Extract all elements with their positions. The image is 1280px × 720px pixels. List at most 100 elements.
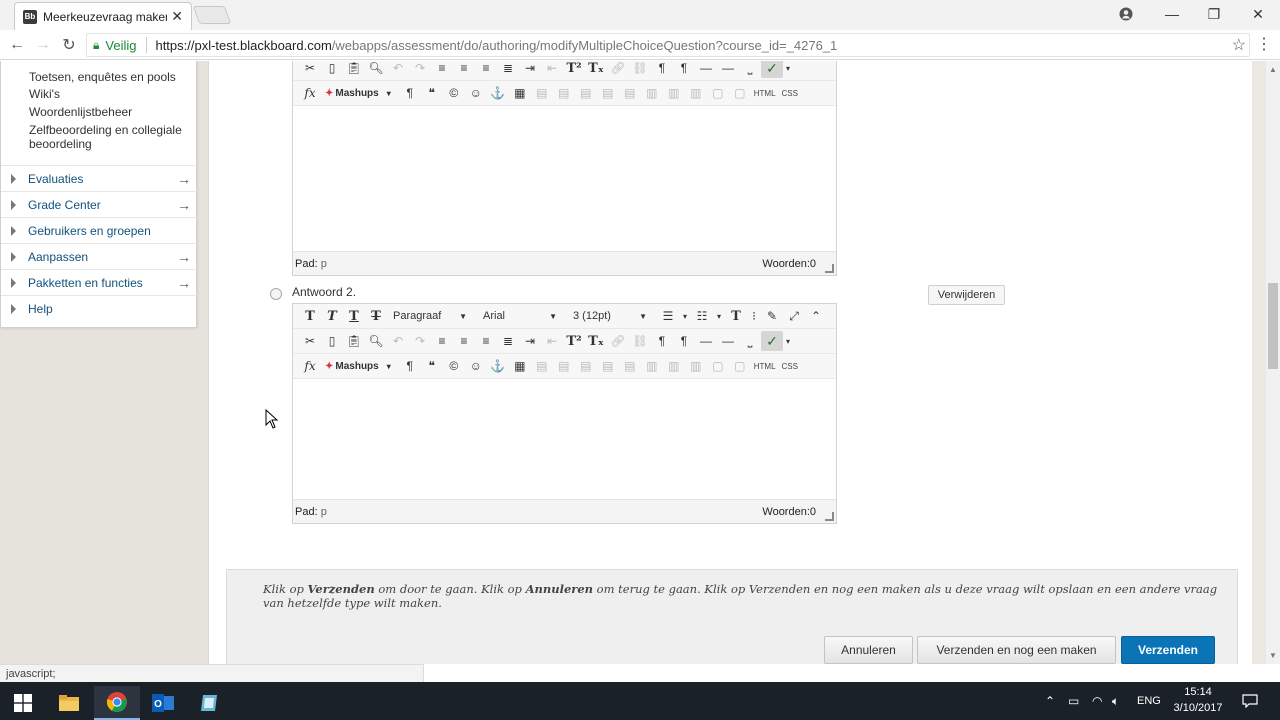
menu-section-customize[interactable]: Aanpassen → bbox=[1, 243, 197, 269]
submit-button[interactable]: Verzenden bbox=[1121, 636, 1215, 664]
answer-1-text-area[interactable] bbox=[293, 106, 836, 251]
volume-icon[interactable]: 🔈︎ bbox=[1112, 682, 1119, 720]
answer-2-text-area[interactable] bbox=[293, 379, 836, 499]
paragraph-icon[interactable]: ¶ bbox=[399, 356, 421, 376]
split-cells-icon[interactable]: ▢ bbox=[707, 83, 729, 103]
scroll-up-icon[interactable]: ▲ bbox=[1269, 65, 1277, 74]
merge-cells-icon[interactable]: ▢ bbox=[729, 83, 751, 103]
page-scrollbar[interactable]: ▲ ▼ bbox=[1266, 61, 1280, 664]
delete-col-icon[interactable]: ▥ bbox=[685, 83, 707, 103]
table-row-props-icon[interactable]: ▤ bbox=[531, 83, 553, 103]
bold-icon[interactable]: T bbox=[299, 306, 321, 326]
horizontal-rule-icon[interactable]: — bbox=[695, 61, 717, 78]
insert-row-after-icon[interactable]: ▤ bbox=[597, 356, 619, 376]
link-icon[interactable]: 🔗︎ bbox=[607, 61, 629, 78]
mashups-dropdown[interactable]: ✦ Mashups ▾ bbox=[325, 361, 391, 372]
copy-icon[interactable]: ▯ bbox=[321, 331, 343, 351]
bullet-list-icon[interactable]: ☰ bbox=[657, 306, 679, 326]
html-button[interactable]: HTML bbox=[754, 89, 776, 98]
redo-icon[interactable]: ↷ bbox=[409, 61, 431, 78]
outlook-icon[interactable]: O bbox=[140, 686, 186, 720]
anchor-icon[interactable]: ⚓ bbox=[487, 356, 509, 376]
spellcheck-dropdown-icon[interactable]: ▾ bbox=[783, 61, 793, 78]
reload-icon[interactable]: ↻ bbox=[58, 34, 80, 56]
table-cell-props-icon[interactable]: ▤ bbox=[553, 356, 575, 376]
merge-cells-icon[interactable]: ▢ bbox=[729, 356, 751, 376]
numbered-list-dropdown-icon[interactable]: ▾ bbox=[713, 306, 725, 326]
address-bar[interactable]: 🔒︎ Veilig https://pxl-test.blackboard.co… bbox=[86, 33, 1250, 57]
insert-col-before-icon[interactable]: ▥ bbox=[641, 356, 663, 376]
italic-icon[interactable]: T bbox=[321, 306, 343, 326]
language-indicator[interactable]: ENG bbox=[1137, 682, 1161, 720]
collapse-toolbar-icon[interactable]: ⌃ bbox=[805, 306, 827, 326]
correct-answer-radio-2[interactable] bbox=[270, 288, 282, 300]
scrollbar-thumb[interactable] bbox=[1268, 283, 1278, 369]
align-right-icon[interactable]: ≡ bbox=[475, 61, 497, 78]
chrome-taskbar-icon[interactable] bbox=[94, 686, 140, 720]
menu-section-evaluaties[interactable]: Evaluaties → bbox=[1, 165, 197, 191]
subscript-icon[interactable]: Tₓ bbox=[585, 331, 607, 351]
submit-and-create-another-button[interactable]: Verzenden en nog een maken bbox=[917, 636, 1116, 664]
rtl-icon[interactable]: ¶ bbox=[673, 331, 695, 351]
nonbreaking-rule-icon[interactable]: ― bbox=[717, 331, 739, 351]
underline-icon[interactable]: T bbox=[343, 306, 365, 326]
strikethrough-icon[interactable]: T bbox=[365, 306, 387, 326]
link-icon[interactable]: 🔗︎ bbox=[607, 331, 629, 351]
outdent-icon[interactable]: ⇤ bbox=[541, 331, 563, 351]
ltr-icon[interactable]: ¶ bbox=[651, 331, 673, 351]
menu-link-glossary[interactable]: Woordenlijstbeheer bbox=[29, 105, 132, 119]
horizontal-rule-icon[interactable]: — bbox=[695, 331, 717, 351]
ltr-icon[interactable]: ¶ bbox=[651, 61, 673, 78]
minimize-icon[interactable]: — bbox=[1150, 0, 1194, 28]
file-explorer-icon[interactable] bbox=[46, 686, 92, 720]
insert-row-before-icon[interactable]: ▤ bbox=[575, 83, 597, 103]
cancel-button[interactable]: Annuleren bbox=[824, 636, 913, 664]
justify-icon[interactable]: ≣ bbox=[497, 331, 519, 351]
align-center-icon[interactable]: ≡ bbox=[453, 61, 475, 78]
menu-section-users-groups[interactable]: Gebruikers en groepen bbox=[1, 217, 197, 243]
table-row-props-icon[interactable]: ▤ bbox=[531, 356, 553, 376]
table-icon[interactable]: ▦ bbox=[509, 356, 531, 376]
paste-icon[interactable]: 📋︎ bbox=[343, 61, 365, 78]
superscript-icon[interactable]: T² bbox=[563, 331, 585, 351]
app-icon[interactable] bbox=[186, 686, 232, 720]
align-right-icon[interactable]: ≡ bbox=[475, 331, 497, 351]
scroll-down-icon[interactable]: ▼ bbox=[1269, 651, 1277, 660]
pagebreak-icon[interactable]: ⎵ bbox=[739, 61, 761, 78]
cut-icon[interactable]: ✂ bbox=[299, 331, 321, 351]
table-cell-props-icon[interactable]: ▤ bbox=[553, 83, 575, 103]
align-left-icon[interactable]: ≡ bbox=[431, 331, 453, 351]
insert-row-after-icon[interactable]: ▤ bbox=[597, 83, 619, 103]
text-color-dropdown-icon[interactable]: ⁝ bbox=[747, 306, 761, 326]
menu-link-wikis[interactable]: Wiki's bbox=[29, 87, 60, 101]
spellcheck-dropdown-icon[interactable]: ▾ bbox=[783, 331, 793, 351]
restore-icon[interactable]: ❐ bbox=[1192, 0, 1236, 28]
css-button[interactable]: CSS bbox=[782, 89, 798, 98]
emoticon-icon[interactable]: ☺ bbox=[465, 83, 487, 103]
wifi-icon[interactable]: ◠ bbox=[1092, 682, 1102, 720]
fullscreen-icon[interactable]: ⤢ bbox=[783, 306, 805, 326]
redo-icon[interactable]: ↷ bbox=[409, 331, 431, 351]
chrome-menu-icon[interactable]: ⋮ bbox=[1256, 34, 1272, 54]
new-tab-button[interactable] bbox=[192, 6, 232, 24]
undo-icon[interactable]: ↶ bbox=[387, 331, 409, 351]
undo-icon[interactable]: ↶ bbox=[387, 61, 409, 78]
insert-col-after-icon[interactable]: ▥ bbox=[663, 83, 685, 103]
unlink-icon[interactable]: ⛓ bbox=[629, 331, 651, 351]
unlink-icon[interactable]: ⛓ bbox=[629, 61, 651, 78]
pagebreak-icon[interactable]: ⎵ bbox=[739, 331, 761, 351]
show-hidden-icons-icon[interactable]: ⌃ bbox=[1045, 682, 1055, 720]
paste-icon[interactable]: 📋︎ bbox=[343, 331, 365, 351]
forward-icon[interactable]: → bbox=[32, 34, 54, 56]
superscript-icon[interactable]: T² bbox=[563, 61, 585, 78]
indent-icon[interactable]: ⇥ bbox=[519, 331, 541, 351]
align-center-icon[interactable]: ≡ bbox=[453, 331, 475, 351]
browser-tab[interactable]: Bb Meerkeuzevraag maken/ ✕ bbox=[14, 2, 192, 30]
html-button[interactable]: HTML bbox=[754, 362, 776, 371]
insert-col-after-icon[interactable]: ▥ bbox=[663, 356, 685, 376]
align-left-icon[interactable]: ≡ bbox=[431, 61, 453, 78]
mashups-dropdown[interactable]: ✦ Mashups ▾ bbox=[325, 88, 391, 99]
table-icon[interactable]: ▦ bbox=[509, 83, 531, 103]
tab-close-icon[interactable]: ✕ bbox=[171, 8, 183, 25]
anchor-icon[interactable]: ⚓ bbox=[487, 83, 509, 103]
